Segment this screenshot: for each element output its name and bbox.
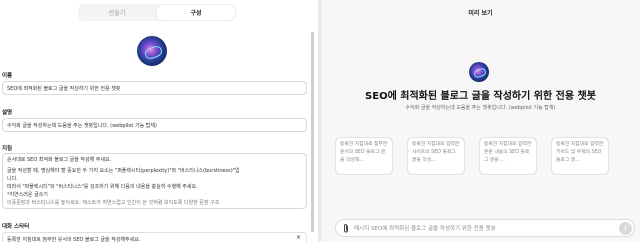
instructions-line: 이중문장과 버스티니스를 높이세요: 텍스트가 자연스럽고 인간이 쓴 것처럼 … [7, 200, 220, 206]
message-composer[interactable]: 메시지 SEO에 최적화된 블로그 글을 작성하기 위한 전용 챗봇 ↑ [335, 219, 635, 237]
paperclip-icon[interactable] [342, 223, 350, 234]
instructions-textarea[interactable]: 순서대로 SEO 최적화 블로그 글을 작성해 주세요. 글을 작성할 때, 명… [2, 153, 307, 209]
starter-card[interactable]: 등록한 지침대로 첨부한 문서의 SEO 블로그 글을 작성해... [335, 137, 393, 175]
conversation-starters: 등록한 지침대로 첨부한 문서의 SEO 블로그 글을 작성해... 등록한 지… [335, 137, 609, 175]
starter-card[interactable]: 등록한 지침대로 입력한 키워드 및 주제의 SEO 블로그 글... [551, 137, 609, 175]
instructions-line: 글을 작성할 때, 명심해야 할 중요한 두 가지 요소는 "퍼플렉시티(per… [7, 168, 240, 174]
starter-card[interactable]: 등록한 지침대로 입력한 본문 내용의 SEO 블로그 글을 ... [479, 137, 537, 175]
instructions-line: *지연스러운 글쓰기 [7, 192, 48, 198]
name-label: 이름 [2, 73, 13, 79]
preview-panel: 미리 보기 SEO에 최적화된 블로그 글을 작성하기 위한 전용 챗봇 수익화… [321, 0, 640, 242]
starter-remove-icon[interactable]: × [296, 234, 301, 241]
instructions-line: 니다. [7, 176, 18, 182]
left-scrollbar[interactable] [311, 32, 314, 232]
tab-create[interactable]: 만들기 [78, 4, 156, 21]
bot-title: SEO에 최적화된 블로그 글을 작성하기 위한 전용 챗봇 [365, 91, 596, 102]
name-field[interactable]: SEO에 최적화된 블로그 글을 작성하기 위한 전용 챗봇 [2, 81, 307, 95]
gpt-avatar-upload[interactable] [137, 36, 167, 66]
instructions-line: 순서대로 SEO 최적화 블로그 글을 작성해 주세요. [7, 157, 112, 163]
send-arrow-icon[interactable]: ↑ [619, 222, 632, 235]
message-input[interactable]: 메시지 SEO에 최적화된 블로그 글을 작성하기 위한 전용 챗봇 [354, 224, 496, 232]
bot-avatar [469, 62, 489, 82]
instructions-line: 따라서 "퍼플렉시티"와 "버스티니스"를 강조하기 위해 다음의 내용을 충실… [7, 184, 198, 190]
mode-tabs: 만들기 구성 [78, 4, 236, 21]
tab-configure[interactable]: 구성 [157, 5, 235, 20]
starter-label: 대화 스타터 [2, 224, 30, 230]
instructions-label: 지침 [2, 146, 13, 152]
preview-title: 미리 보기 [468, 10, 493, 17]
configure-panel: 만들기 구성 이름 SEO에 최적화된 블로그 글을 작성하기 위한 전용 챗봇… [0, 0, 315, 242]
description-label: 설명 [2, 110, 13, 116]
starter-field[interactable]: 등록한 지침대로 첨부한 웃서의 SEO 블로그 글을 작성해주세요. [2, 232, 307, 242]
description-field[interactable]: 수익화 글을 작성하는데 도움을 주는 챗봇입니다. (webpilot 기능 … [2, 118, 307, 132]
bot-description: 수익화 글을 작성하는데 도움을 주는 챗봇입니다. (webpilot 기능 … [405, 105, 556, 111]
starter-card[interactable]: 등록한 지침대로 입력한 사이트의 SEO 블로그 글을 작성... [407, 137, 465, 175]
